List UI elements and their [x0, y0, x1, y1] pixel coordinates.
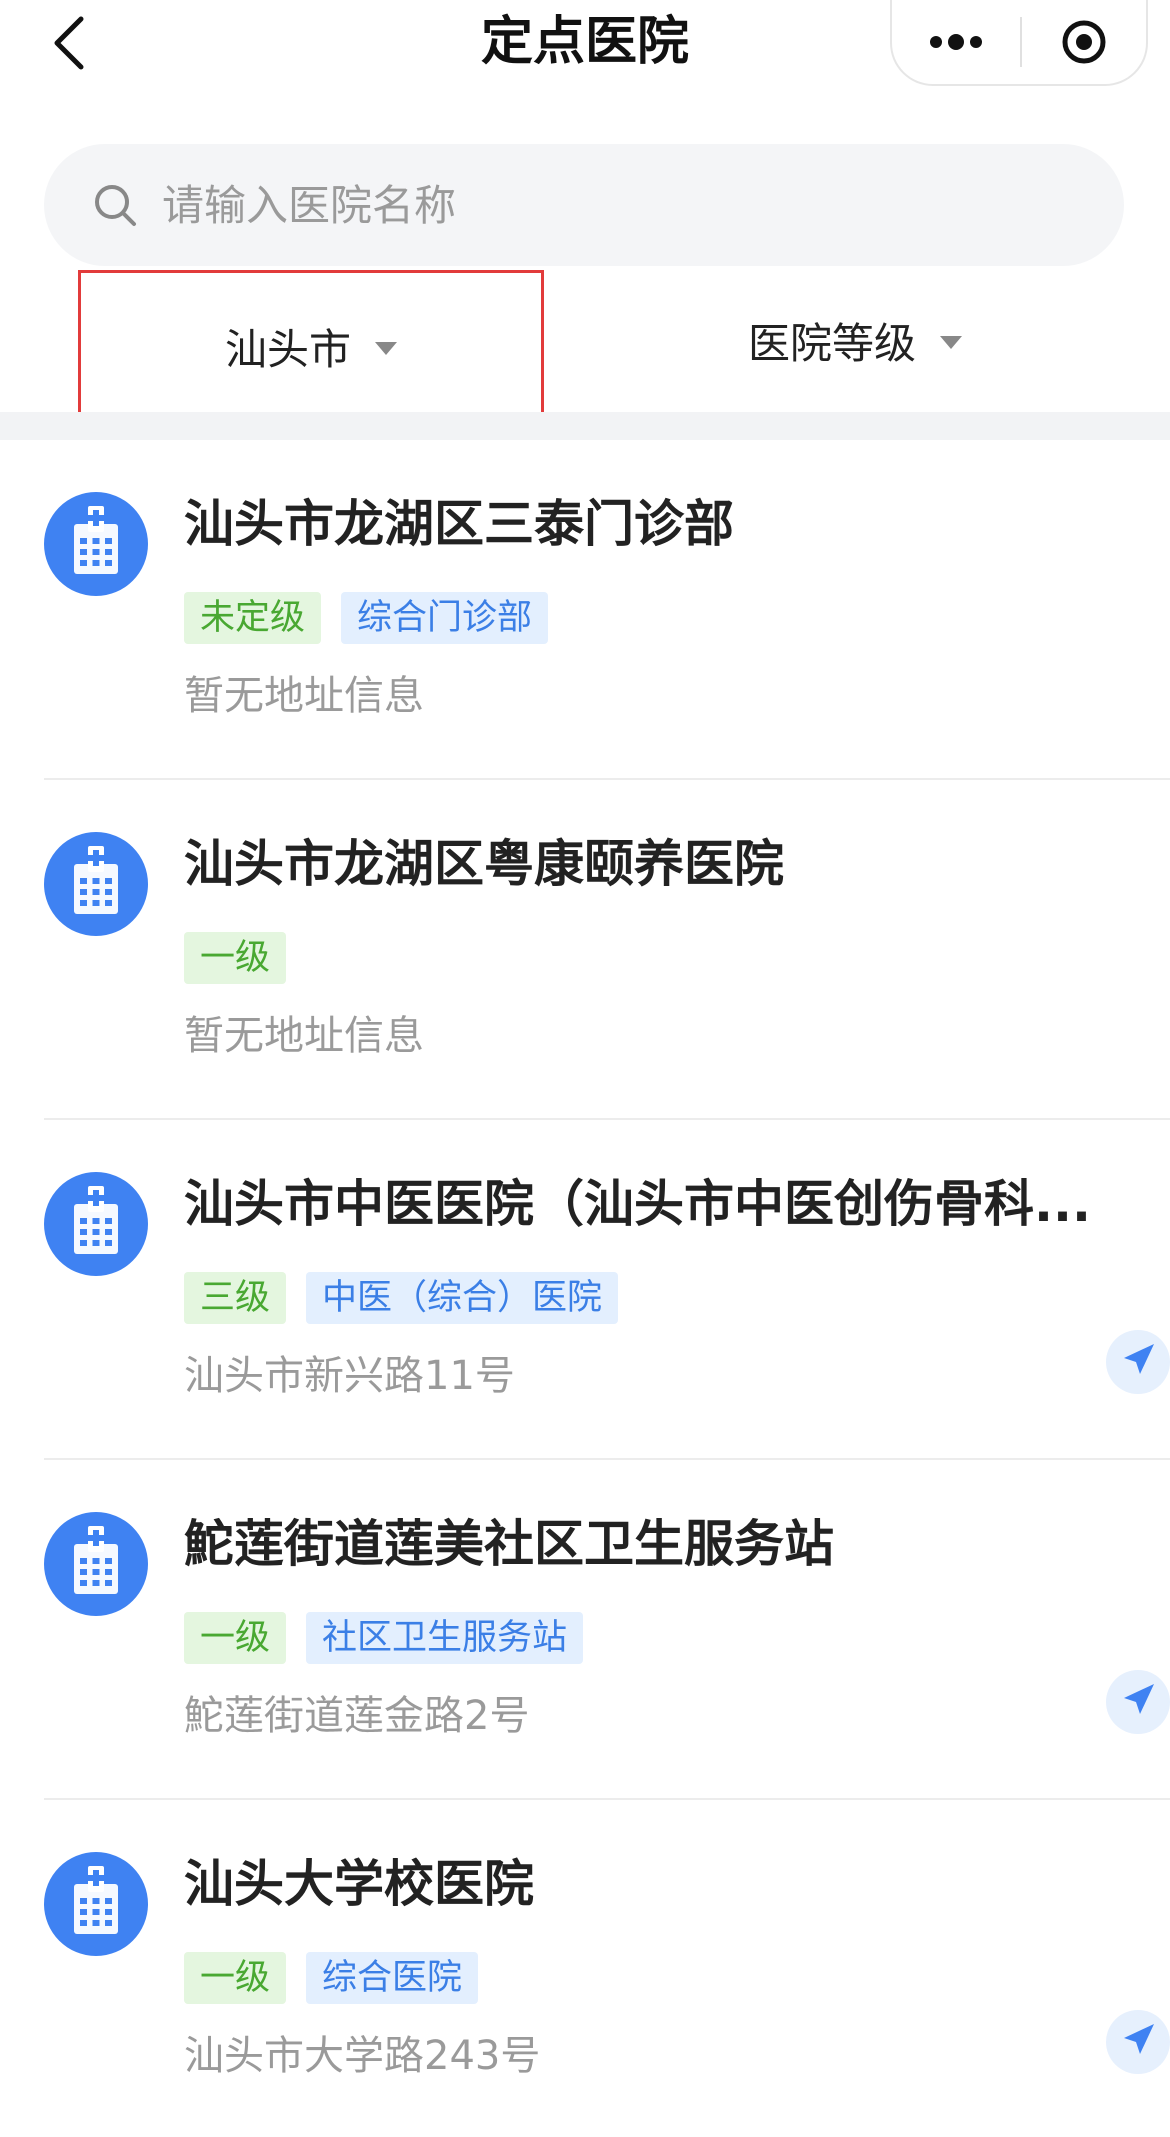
navigate-button[interactable]	[1106, 1670, 1170, 1734]
caret-down-icon	[940, 335, 962, 349]
hospital-address: 汕头市大学路243号	[184, 2033, 541, 2079]
hospital-tags: 一级	[184, 932, 287, 984]
hospital-list-item[interactable]: 汕头市龙湖区粤康颐养医院一级暂无地址信息	[44, 780, 1170, 1120]
hospital-list-item[interactable]: 鮀莲街道莲美社区卫生服务站一级 社区卫生服务站鮀莲街道莲金路2号	[44, 1460, 1170, 1800]
hospital-list-item[interactable]: 汕头大学校医院一级 综合医院汕头市大学路243号	[44, 1800, 1170, 2137]
hospital-tags: 一级 综合医院	[184, 1952, 479, 2004]
top-nav-bar: 定点医院	[0, 0, 1170, 120]
hospital-address: 汕头市新兴路11号	[184, 1353, 515, 1399]
filter-bar: 汕头市 医院等级	[0, 270, 1170, 422]
hospital-list-item[interactable]: 汕头市中医医院（汕头市中医创伤骨科... 三级 中医（综合）医院汕头市新兴路11号	[44, 1120, 1170, 1460]
type-tag: 综合医院	[306, 1952, 479, 2004]
city-filter-dropdown[interactable]: 汕头市	[78, 270, 544, 422]
level-tag: 一级	[184, 1952, 287, 2004]
hospital-building-icon	[44, 1512, 148, 1616]
navigation-arrow-icon	[1118, 1340, 1158, 1384]
city-filter-label: 汕头市	[224, 324, 351, 374]
hospital-building-icon	[44, 1172, 148, 1276]
search-bar	[44, 144, 1124, 266]
section-divider	[0, 412, 1170, 440]
hospital-list: 汕头市龙湖区三泰门诊部 未定级 综合门诊部 暂无地址信息 汕头市龙湖区粤康颐养医院 一级暂…	[0, 440, 1170, 2137]
target-close-icon	[1062, 20, 1106, 64]
hospital-building-icon	[44, 492, 148, 596]
level-tag: 一级	[184, 1612, 287, 1664]
hospital-name: 汕头市龙湖区粤康颐养医院	[184, 835, 784, 893]
hospital-building-icon	[44, 1852, 148, 1956]
caret-down-icon	[375, 341, 397, 355]
search-input[interactable]	[162, 180, 1062, 230]
hospital-address: 鮀莲街道莲金路2号	[184, 1693, 530, 1739]
more-dots-icon	[930, 34, 982, 50]
close-button[interactable]	[1022, 0, 1146, 84]
hospital-name: 汕头市中医医院（汕头市中医创伤骨科...	[184, 1175, 1091, 1233]
hospital-list-item[interactable]: 汕头市龙湖区三泰门诊部未定级 综合门诊部暂无地址信息	[44, 440, 1170, 780]
level-filter-label: 医院等级	[747, 318, 916, 368]
hospital-tags: 未定级 综合门诊部	[184, 592, 549, 644]
navigation-arrow-icon	[1118, 1680, 1158, 1724]
more-button[interactable]	[892, 0, 1020, 84]
mini-program-capsule	[890, 0, 1148, 86]
navigation-arrow-icon	[1118, 2020, 1158, 2064]
hospital-address: 暂无地址信息	[184, 1013, 424, 1059]
type-tag: 综合门诊部	[341, 592, 549, 644]
level-tag: 未定级	[184, 592, 322, 644]
hospital-name: 鮀莲街道莲美社区卫生服务站	[184, 1515, 834, 1573]
navigate-button[interactable]	[1106, 2010, 1170, 2074]
hospital-name: 汕头大学校医院	[184, 1855, 534, 1913]
navigate-button[interactable]	[1106, 1330, 1170, 1394]
level-tag: 三级	[184, 1272, 287, 1324]
hospital-name: 汕头市龙湖区三泰门诊部	[184, 495, 734, 553]
hospital-tags: 一级 社区卫生服务站	[184, 1612, 584, 1664]
back-button[interactable]	[44, 8, 94, 78]
level-filter-dropdown[interactable]: 医院等级	[620, 270, 1090, 410]
search-icon	[92, 179, 144, 231]
hospital-tags: 三级 中医（综合）医院	[184, 1272, 619, 1324]
type-tag: 社区卫生服务站	[306, 1612, 584, 1664]
level-tag: 一级	[184, 932, 287, 984]
hospital-building-icon	[44, 832, 148, 936]
hospital-address: 暂无地址信息	[184, 673, 424, 719]
back-chevron-icon	[54, 16, 84, 70]
type-tag: 中医（综合）医院	[306, 1272, 619, 1324]
